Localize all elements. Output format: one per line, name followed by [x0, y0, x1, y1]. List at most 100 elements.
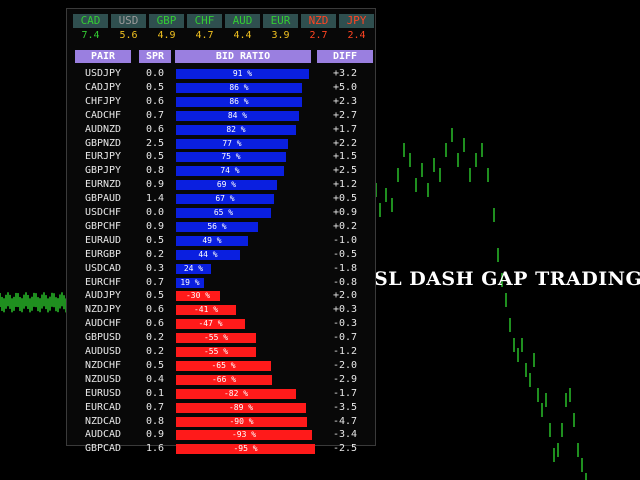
- pair-spread: 2.5: [145, 137, 165, 149]
- pair-spread: 0.8: [145, 415, 165, 427]
- header-diff: DIFF: [317, 50, 373, 63]
- pair-diff: -0.8: [332, 276, 358, 288]
- pair-symbol: GBPAUD: [84, 193, 122, 205]
- bid-ratio-bar: 67 %: [176, 194, 274, 205]
- header-pair: PAIR: [75, 50, 131, 63]
- currency-name: EUR: [263, 14, 298, 28]
- pair-spread: 0.5: [145, 234, 165, 246]
- pair-diff: -3.4: [332, 429, 358, 441]
- pair-row[interactable]: AUDUSD 0.2 -55 % -1.2: [67, 346, 377, 359]
- pair-row[interactable]: GBPCHF 0.9 56 % +0.2: [67, 221, 377, 234]
- pair-row[interactable]: EURAUD 0.5 49 % -1.0: [67, 235, 377, 248]
- pair-row[interactable]: USDCAD 0.3 24 % -1.8: [67, 263, 377, 276]
- pair-row[interactable]: AUDCHF 0.6 -47 % -0.3: [67, 318, 377, 331]
- pair-row[interactable]: USDCHF 0.0 65 % +0.9: [67, 207, 377, 220]
- pair-row[interactable]: EURUSD 0.1 -82 % -1.7: [67, 388, 377, 401]
- pair-symbol: GBPCHF: [84, 220, 122, 232]
- pair-spread: 0.6: [145, 95, 165, 107]
- pair-row[interactable]: CADCHF 0.7 84 % +2.7: [67, 110, 377, 123]
- pair-symbol: NZDUSD: [84, 373, 122, 385]
- pair-row[interactable]: GBPNZD 2.5 77 % +2.2: [67, 138, 377, 151]
- pair-diff: -1.7: [332, 387, 358, 399]
- pair-row[interactable]: EURGBP 0.2 44 % -0.5: [67, 249, 377, 262]
- pair-diff: -4.7: [332, 415, 358, 427]
- currency-chf: CHF 4.7: [187, 14, 222, 42]
- pair-row[interactable]: GBPUSD 0.2 -55 % -0.7: [67, 332, 377, 345]
- pair-row[interactable]: NZDCHF 0.5 -65 % -2.0: [67, 360, 377, 373]
- bid-ratio-bar: 65 %: [176, 208, 271, 218]
- pair-symbol: USDCHF: [84, 207, 122, 218]
- currency-eur: EUR 3.9: [263, 14, 298, 42]
- currency-name: CAD: [73, 14, 108, 28]
- pair-spread: 0.0: [145, 68, 165, 79]
- pair-symbol: AUDJPY: [84, 290, 122, 302]
- bid-ratio-bar: -55 %: [176, 347, 256, 357]
- pair-row[interactable]: GBPCAD 1.6 -95 % -2.5: [67, 443, 377, 456]
- pair-row[interactable]: NZDJPY 0.6 -41 % +0.3: [67, 304, 377, 317]
- currency-strength-value: 3.9: [271, 30, 290, 41]
- pair-spread: 0.2: [145, 346, 165, 357]
- currency-strength-value: 4.9: [157, 30, 176, 41]
- pair-diff: -2.9: [332, 373, 358, 385]
- pair-spread: 0.5: [145, 151, 165, 163]
- watermark-text: SL DASH GAP TRADING: [374, 268, 640, 290]
- pair-row[interactable]: NZDUSD 0.4 -66 % -2.9: [67, 374, 377, 387]
- pair-spread: 0.1: [145, 387, 165, 399]
- pair-symbol: EURCAD: [84, 401, 122, 413]
- currency-strength-value: 2.7: [309, 30, 328, 41]
- bid-ratio-bar: 75 %: [176, 152, 286, 163]
- pair-spread: 0.6: [145, 123, 165, 135]
- pair-spread: 0.5: [145, 359, 165, 371]
- pair-diff: -1.0: [332, 234, 358, 246]
- pair-symbol: USDJPY: [84, 68, 122, 79]
- currency-strength-value: 4.7: [195, 30, 214, 41]
- currency-jpy: JPY 2.4: [339, 14, 374, 42]
- bid-ratio-bar: 84 %: [176, 110, 299, 121]
- bid-ratio-bar: 74 %: [176, 166, 284, 177]
- pair-row[interactable]: AUDJPY 0.5 -30 % +2.0: [67, 290, 377, 303]
- pair-row[interactable]: CHFJPY 0.6 86 % +2.3: [67, 96, 377, 109]
- currency-usd: USD 5.6: [111, 14, 146, 42]
- pair-row[interactable]: GBPJPY 0.8 74 % +2.5: [67, 165, 377, 178]
- pair-symbol: NZDCAD: [84, 415, 122, 427]
- pair-symbol: GBPJPY: [84, 165, 122, 177]
- pair-spread: 1.4: [145, 193, 165, 205]
- currency-gbp: GBP 4.9: [149, 14, 184, 42]
- pair-diff: +2.2: [332, 137, 358, 149]
- pair-row[interactable]: NZDCAD 0.8 -90 % -4.7: [67, 416, 377, 429]
- bid-ratio-bar: -47 %: [176, 319, 245, 330]
- currency-strength-value: 4.4: [233, 30, 252, 41]
- currency-name: AUD: [225, 14, 260, 28]
- pair-row[interactable]: GBPAUD 1.4 67 % +0.5: [67, 193, 377, 206]
- pair-symbol: EURNZD: [84, 179, 122, 191]
- pair-row[interactable]: AUDCAD 0.9 -93 % -3.4: [67, 429, 377, 442]
- pair-spread: 0.9: [145, 429, 165, 441]
- header-bid-ratio: BID RATIO: [175, 50, 311, 63]
- currency-name: JPY: [339, 14, 374, 28]
- pair-spread: 0.6: [145, 304, 165, 316]
- pair-row[interactable]: EURCHF 0.7 19 % -0.8: [67, 277, 377, 290]
- bid-ratio-bar: -89 %: [176, 402, 306, 413]
- pair-row[interactable]: EURNZD 0.9 69 % +1.2: [67, 179, 377, 192]
- pair-symbol: EURGBP: [84, 248, 122, 260]
- pair-row[interactable]: CADJPY 0.5 86 % +5.0: [67, 82, 377, 95]
- pair-diff: +5.0: [332, 81, 358, 93]
- bid-ratio-bar: -82 %: [176, 388, 296, 399]
- dashboard-panel: CAD 7.4 USD 5.6 GBP 4.9 CHF 4.7 AUD 4.4 EUR 3.9 NZD 2…: [66, 8, 377, 455]
- pair-symbol: EURUSD: [84, 387, 122, 399]
- pair-spread: 0.2: [145, 248, 165, 260]
- pair-row[interactable]: EURCAD 0.7 -89 % -3.5: [67, 402, 377, 415]
- pair-row[interactable]: USDJPY 0.0 91 % +3.2: [67, 68, 377, 81]
- pair-row[interactable]: AUDNZD 0.6 82 % +1.7: [67, 124, 377, 137]
- pair-symbol: NZDJPY: [84, 304, 122, 316]
- currency-cad: CAD 7.4: [73, 14, 108, 42]
- pair-row[interactable]: EURJPY 0.5 75 % +1.5: [67, 151, 377, 164]
- pair-spread: 0.9: [145, 220, 165, 232]
- bid-ratio-bar: -95 %: [176, 444, 315, 455]
- pair-symbol: CHFJPY: [84, 95, 122, 107]
- header-spread: SPR: [139, 50, 171, 63]
- pair-diff: -0.3: [332, 318, 358, 330]
- bid-ratio-bar: 86 %: [176, 82, 302, 93]
- pair-spread: 0.9: [145, 179, 165, 191]
- pair-spread: 0.7: [145, 401, 165, 413]
